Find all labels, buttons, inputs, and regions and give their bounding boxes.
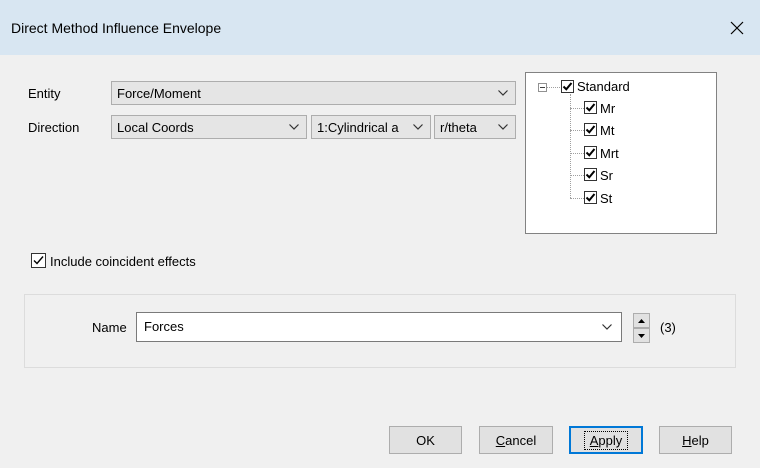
entity-dropdown[interactable]: Force/Moment (111, 81, 516, 105)
ok-button[interactable]: OK (389, 426, 462, 454)
checkmark-icon (585, 193, 596, 202)
arrow-up-icon (638, 318, 645, 323)
chevron-down-icon (289, 124, 299, 130)
checkmark-icon (562, 82, 573, 91)
tree-item-label: Mt (600, 123, 615, 138)
arrow-down-icon (638, 333, 645, 338)
checkmark-icon (585, 125, 596, 134)
tree-collapse-toggle[interactable] (538, 83, 547, 92)
chevron-down-icon (498, 90, 508, 96)
help-button-label: Help (682, 432, 709, 448)
tree-root-label: Standard (577, 79, 630, 94)
name-combo[interactable]: Forces (136, 312, 622, 342)
spin-up-button[interactable] (633, 313, 650, 328)
chevron-down-icon (498, 124, 508, 130)
tree-item-label: Mr (600, 101, 616, 116)
chevron-down-icon (413, 124, 423, 130)
checkmark-icon (585, 170, 596, 179)
include-coincident-checkbox[interactable] (31, 253, 46, 268)
direction-label: Direction (28, 120, 80, 135)
tree-item-checkbox[interactable] (584, 146, 597, 159)
direction-dropdown[interactable]: Local Coords (111, 115, 307, 139)
help-button[interactable]: Help (659, 426, 732, 454)
cancel-button-label: Cancel (495, 432, 537, 448)
dialog-window: Direct Method Influence Envelope Entity … (0, 0, 760, 468)
entity-value: Force/Moment (117, 86, 201, 101)
tree-item-label: Mrt (600, 146, 619, 161)
tree-connector (570, 94, 571, 198)
entity-label: Entity (28, 86, 61, 101)
tree-root-checkbox[interactable] (561, 80, 574, 93)
tree-connector (546, 87, 562, 88)
window-title: Direct Method Influence Envelope (11, 20, 222, 36)
cancel-button[interactable]: Cancel (479, 426, 553, 454)
coord-system-value: 1:Cylindrical a (317, 120, 399, 135)
checkmark-icon (585, 103, 596, 112)
tree-connector (570, 198, 584, 199)
tree-item-checkbox[interactable] (584, 123, 597, 136)
close-icon (730, 21, 744, 34)
name-count: (3) (660, 320, 676, 335)
close-button[interactable] (714, 0, 760, 55)
include-coincident-label: Include coincident effects (50, 254, 196, 269)
title-bar: Direct Method Influence Envelope (0, 0, 760, 55)
name-label: Name (92, 320, 127, 335)
tree-item-label: St (600, 191, 613, 206)
apply-button[interactable]: Apply (569, 426, 643, 454)
tree-item-checkbox[interactable] (584, 101, 597, 114)
spin-down-button[interactable] (633, 328, 650, 343)
tree-item-checkbox[interactable] (584, 168, 597, 181)
component-value: r/theta (440, 120, 477, 135)
direction-value: Local Coords (117, 120, 194, 135)
tree-connector (570, 153, 584, 154)
apply-button-label: Apply (583, 430, 629, 450)
checkmark-icon (33, 256, 44, 265)
ok-button-label: OK (416, 432, 435, 448)
chevron-down-icon (602, 324, 612, 330)
tree-connector (570, 175, 584, 176)
tree-item-checkbox[interactable] (584, 191, 597, 204)
name-value: Forces (144, 319, 184, 334)
component-tree: Standard Mr Mt Mrt Sr St (525, 72, 717, 234)
tree-item-label: Sr (600, 168, 613, 183)
checkmark-icon (585, 148, 596, 157)
tree-connector (570, 108, 584, 109)
coord-system-dropdown[interactable]: 1:Cylindrical a (311, 115, 431, 139)
tree-connector (570, 130, 584, 131)
component-dropdown[interactable]: r/theta (434, 115, 516, 139)
